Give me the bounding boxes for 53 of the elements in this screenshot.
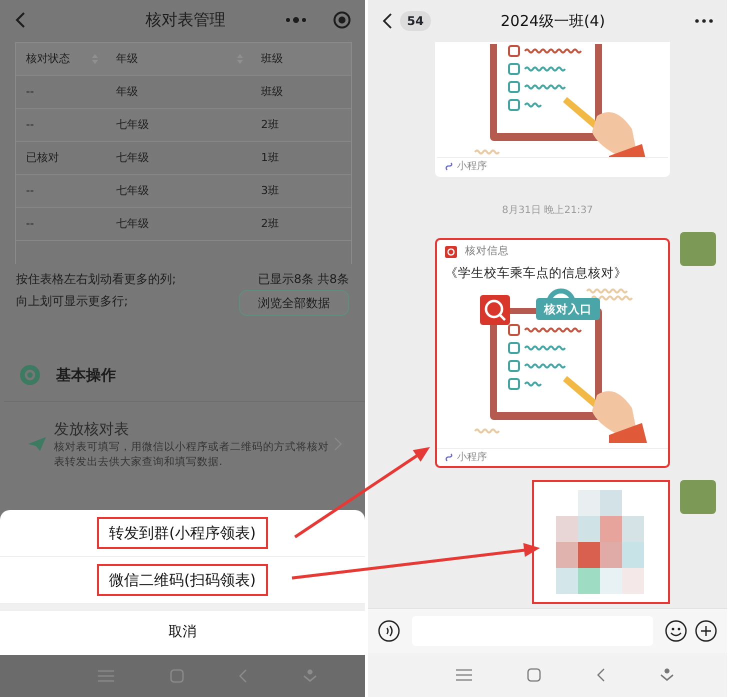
app-logo-icon xyxy=(445,246,457,258)
mini-program-card[interactable]: 小程序 xyxy=(435,42,670,177)
message-time: 8月31日 晚上21:37 xyxy=(502,205,594,216)
link-icon xyxy=(445,452,453,462)
column-header[interactable]: 年级 xyxy=(116,50,138,68)
table-cell-text: 3班 xyxy=(261,182,279,199)
voice-icon[interactable] xyxy=(378,620,400,642)
hint-text: 向上划可显示更多行; xyxy=(16,293,130,310)
share-option[interactable]: 转发到群(小程序领表) xyxy=(97,516,268,550)
card-footer-label: 小程序 xyxy=(457,450,487,464)
table-cell-text: 七年级 xyxy=(116,116,149,133)
table-cell-text: -- xyxy=(26,182,34,199)
table-cell-text: 年级 xyxy=(116,84,138,100)
record-count: 已显示8条 共8条 xyxy=(258,271,349,288)
menu-icon[interactable] xyxy=(456,669,472,681)
table-cell-text: 已核对 xyxy=(26,150,59,166)
table-cell-text: 1班 xyxy=(261,150,279,166)
download-icon[interactable] xyxy=(660,668,674,682)
mini-program-card[interactable]: 核对信息 《学生校车乘车点的信息核对》 核对入口 小程序 xyxy=(435,238,670,468)
unread-count: 54 xyxy=(400,11,431,31)
close-icon[interactable] xyxy=(333,11,351,29)
table-cell-text: 七年级 xyxy=(116,216,149,232)
entry-label: 核对入口 xyxy=(542,300,593,318)
page-title: 核对表管理 xyxy=(144,9,226,31)
emoji-icon[interactable] xyxy=(665,620,687,642)
card-footer-label: 小程序 xyxy=(457,160,487,174)
table-cell-text: 七年级 xyxy=(116,182,149,199)
more-icon[interactable] xyxy=(695,19,713,23)
section-title: 基本操作 xyxy=(56,365,116,386)
table-cell-text: -- xyxy=(26,216,34,232)
avatar-photo-placeholder[interactable] xyxy=(680,480,716,514)
column-header[interactable]: 核对状态 xyxy=(26,50,70,68)
chat-title: 2024级一班(4) xyxy=(500,10,606,32)
table-cell-text: 2班 xyxy=(261,216,279,232)
action-title[interactable]: 发放核对表 xyxy=(54,418,334,440)
blurred-image-drawing[interactable] xyxy=(532,480,670,604)
card-title: 《学生校车乘车点的信息核对》 xyxy=(445,264,627,280)
table-cell-text: 2班 xyxy=(261,116,279,133)
column-header[interactable]: 班级 xyxy=(261,50,283,68)
table-cell-text: -- xyxy=(26,84,34,100)
table-cell-text: 班级 xyxy=(261,84,283,100)
home-icon[interactable] xyxy=(527,668,542,682)
table-cell-text: -- xyxy=(26,116,34,133)
section-icon xyxy=(20,365,40,386)
app-name: 核对信息 xyxy=(465,244,509,259)
add-icon[interactable] xyxy=(695,620,717,642)
table-cell-text: 七年级 xyxy=(116,150,149,166)
action-description: 核对表可填写，用微信以小程序或者二维码的方式将核对表转发出去供大家查询和填写数据. xyxy=(54,440,330,470)
share-option[interactable]: 微信二维码(扫码领表) xyxy=(97,564,268,596)
browse-all-button[interactable]: 浏览全部数据 xyxy=(239,290,349,316)
link-icon xyxy=(445,162,453,171)
hint-text: 按住表格左右划动看更多的列; xyxy=(16,271,176,288)
back-icon[interactable] xyxy=(382,12,392,30)
